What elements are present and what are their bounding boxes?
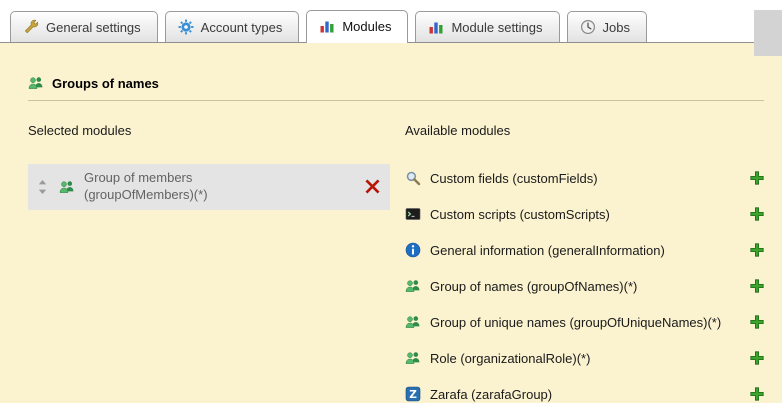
- add-module-button[interactable]: [750, 387, 764, 401]
- info-icon: [405, 242, 421, 258]
- page-title: Groups of names: [52, 76, 159, 91]
- tab-modules[interactable]: Modules: [306, 10, 408, 43]
- available-modules-list: Custom fields (customFields) Custom scrip…: [405, 160, 764, 403]
- tab-bar: General settings Account types Modules M…: [0, 0, 782, 43]
- available-module-label: General information (generalInformation): [430, 243, 665, 258]
- available-module-label: Zarafa (zarafaGroup): [430, 387, 552, 402]
- tab-label: Module settings: [451, 20, 542, 35]
- available-module-row: Custom fields (customFields): [405, 160, 764, 196]
- zarafa-icon: Z: [405, 386, 421, 402]
- settings-page: General settings Account types Modules M…: [0, 0, 782, 403]
- section-divider: [28, 100, 764, 101]
- module-id: (groupOfMembers)(*): [84, 187, 208, 202]
- script-icon: [405, 206, 421, 222]
- add-module-button[interactable]: [750, 279, 764, 293]
- tab-label: Account types: [201, 20, 283, 35]
- available-module-label: Group of unique names (groupOfUniqueName…: [430, 315, 721, 330]
- refresh-icon: [178, 19, 194, 35]
- remove-module-button[interactable]: [365, 179, 380, 194]
- available-module-label: Custom fields (customFields): [430, 171, 598, 186]
- tab-jobs[interactable]: Jobs: [567, 11, 647, 42]
- svg-text:Z: Z: [409, 389, 417, 401]
- magnifier-icon: [405, 170, 421, 186]
- selected-modules-heading: Selected modules: [28, 123, 390, 138]
- corner-block: [754, 10, 782, 56]
- available-module-label: Group of names (groupOfNames)(*): [430, 279, 637, 294]
- tab-module-settings[interactable]: Module settings: [415, 11, 559, 42]
- add-module-button[interactable]: [750, 171, 764, 185]
- add-module-button[interactable]: [750, 207, 764, 221]
- tab-label: Modules: [342, 19, 391, 34]
- available-modules-heading: Available modules: [405, 123, 764, 138]
- available-module-row: Group of unique names (groupOfUniqueName…: [405, 304, 764, 340]
- available-module-row: Role (organizationalRole)(*): [405, 340, 764, 376]
- selected-module-label: Group of members (groupOfMembers)(*): [84, 170, 208, 204]
- add-module-button[interactable]: [750, 315, 764, 329]
- group-icon: [405, 278, 421, 294]
- add-module-button[interactable]: [750, 351, 764, 365]
- drag-handle-icon[interactable]: [38, 180, 47, 194]
- available-module-row: Custom scripts (customScripts): [405, 196, 764, 232]
- module-name: Group of members: [84, 170, 192, 185]
- tab-account-types[interactable]: Account types: [165, 11, 300, 42]
- available-module-row: Z Zarafa (zarafaGroup): [405, 376, 764, 403]
- modules-icon: [428, 19, 444, 35]
- available-module-label: Custom scripts (customScripts): [430, 207, 610, 222]
- wrench-icon: [23, 19, 39, 35]
- available-module-row: Group of names (groupOfNames)(*): [405, 268, 764, 304]
- tab-label: General settings: [46, 20, 141, 35]
- group-icon: [405, 350, 421, 366]
- add-module-button[interactable]: [750, 243, 764, 257]
- group-icon: [59, 179, 75, 195]
- modules-icon: [319, 18, 335, 34]
- module-columns: Selected modules Group of members (group…: [28, 123, 764, 403]
- available-module-label: Role (organizationalRole)(*): [430, 351, 590, 366]
- modules-panel: Groups of names Selected modules Group o…: [0, 43, 782, 403]
- group-icon: [28, 75, 44, 91]
- selected-module-row[interactable]: Group of members (groupOfMembers)(*): [28, 164, 390, 210]
- available-modules-column: Available modules Custom fields (customF…: [405, 123, 764, 403]
- section-header: Groups of names: [28, 75, 764, 91]
- clock-icon: [580, 19, 596, 35]
- available-module-row: General information (generalInformation): [405, 232, 764, 268]
- tab-label: Jobs: [603, 20, 630, 35]
- selected-modules-column: Selected modules Group of members (group…: [28, 123, 390, 403]
- tab-general-settings[interactable]: General settings: [10, 11, 158, 42]
- group-icon: [405, 314, 421, 330]
